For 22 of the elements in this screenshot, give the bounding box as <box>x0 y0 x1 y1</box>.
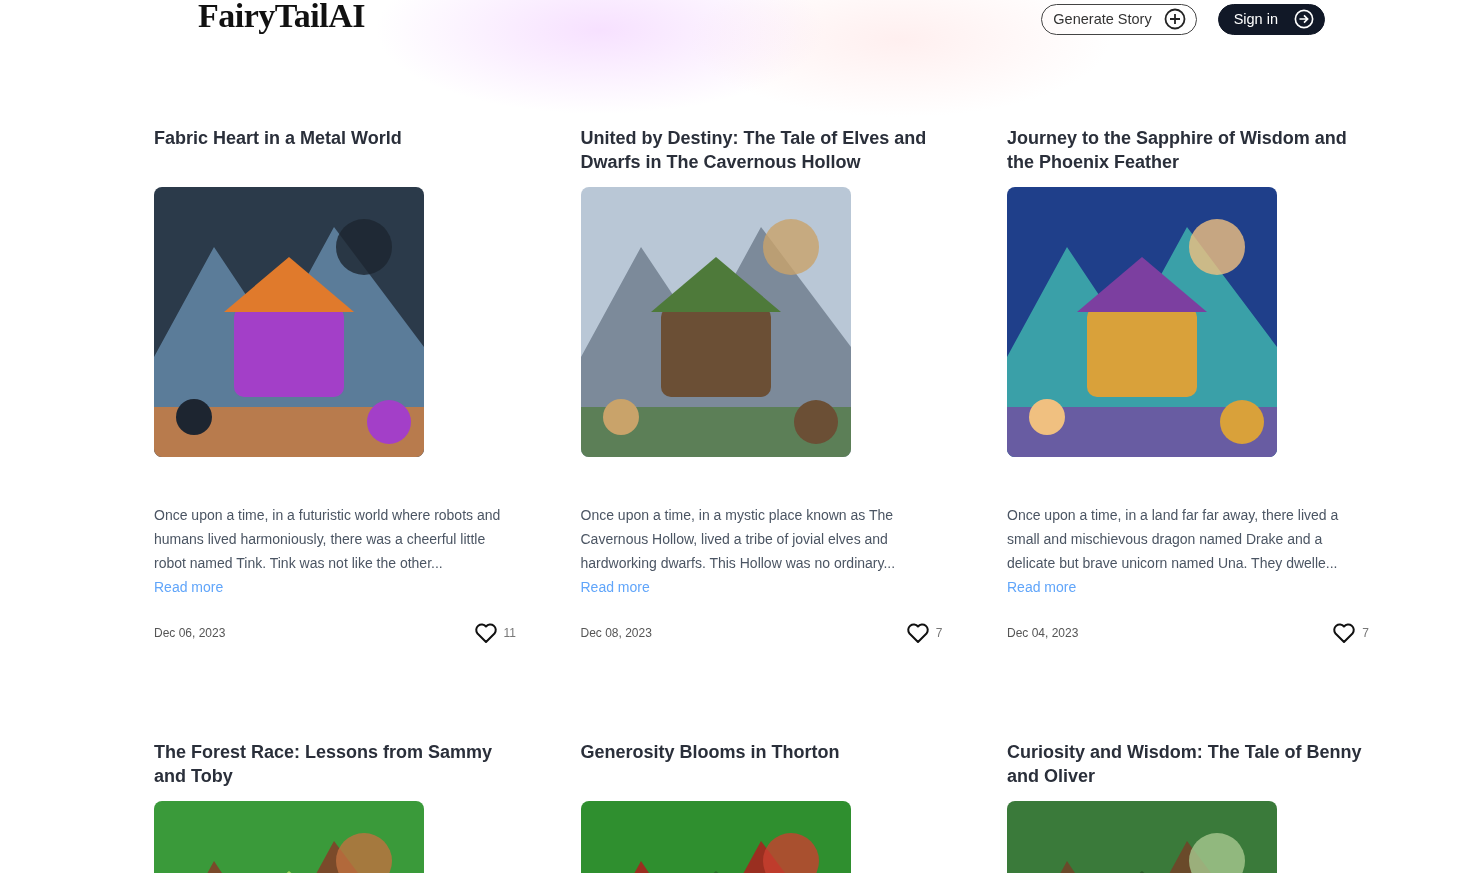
story-excerpt: Once upon a time, in a land far far away, there lived a small and mischievous dragon named Drake and a delicate but brave unicorn named Una. They dwelle... <box>1007 506 1340 573</box>
like-count: 7 <box>1362 626 1369 640</box>
arrow-right-icon <box>1294 9 1314 29</box>
story-title: The Forest Race: Lessons from Sammy and Toby <box>154 741 494 788</box>
story-title: Journey to the Sapphire of Wisdom and the Phoenix Feather <box>1007 127 1348 174</box>
story-title: Fabric Heart in a Metal World <box>154 127 403 150</box>
story-title: United by Destiny: The Tale of Elves and Dwarfs in The Cavernous Hollow <box>580 127 928 174</box>
plus-icon <box>1163 8 1186 30</box>
sign-in-button[interactable]: Sign in <box>1217 3 1325 35</box>
logo[interactable]: FairyTailAI <box>198 0 366 35</box>
story-title: Curiosity and Wisdom: The Tale of Benny and Oliver <box>1007 741 1363 788</box>
story-title: Generosity Blooms in Thorton <box>580 741 841 764</box>
heart-icon[interactable] <box>1332 622 1357 644</box>
story-excerpt: Once upon a time, in a futuristic world where robots and humans lived harmoniously, there was a cheerful little robot named Tink. Tink was not like the other... <box>154 506 502 573</box>
like-count: 11 <box>503 626 516 640</box>
like-count: 7 <box>935 626 943 640</box>
heart-icon[interactable] <box>473 622 498 644</box>
story-date: Dec 06, 2023 <box>154 626 226 640</box>
story-date: Dec 04, 2023 <box>1007 626 1079 640</box>
heart-icon[interactable] <box>905 622 930 644</box>
story-date: Dec 08, 2023 <box>580 626 652 640</box>
story-excerpt: Once upon a time, in a mystic place known as The Cavernous Hollow, lived a tribe of jovial elves and hardworking dwarfs. This Hollow was no ordinary... <box>580 506 897 573</box>
